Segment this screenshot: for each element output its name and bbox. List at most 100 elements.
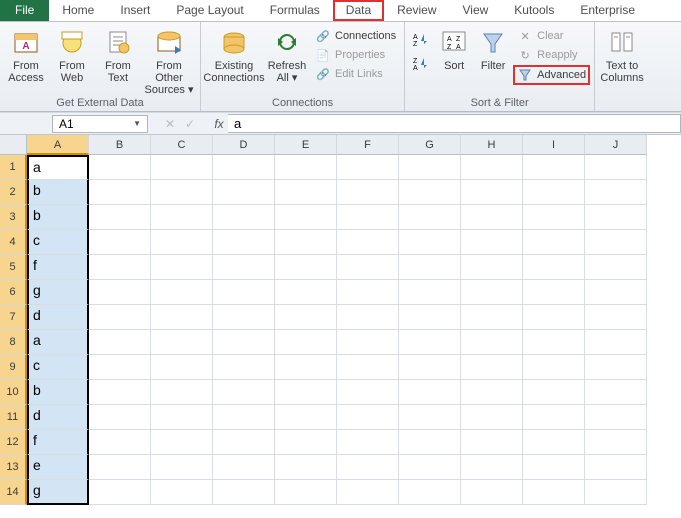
cell-A8[interactable]: a: [27, 330, 89, 355]
tab-enterprise[interactable]: Enterprise: [567, 0, 648, 21]
cell-I8[interactable]: [523, 330, 585, 355]
cell-H11[interactable]: [461, 405, 523, 430]
col-header-H[interactable]: H: [461, 135, 523, 155]
fx-icon[interactable]: fx: [210, 117, 228, 131]
cell-G11[interactable]: [399, 405, 461, 430]
cell-A3[interactable]: b: [27, 205, 89, 230]
cell-G2[interactable]: [399, 180, 461, 205]
cell-E10[interactable]: [275, 380, 337, 405]
cell-J13[interactable]: [585, 455, 647, 480]
cell-F4[interactable]: [337, 230, 399, 255]
cell-B5[interactable]: [89, 255, 151, 280]
cell-C4[interactable]: [151, 230, 213, 255]
cell-H14[interactable]: [461, 480, 523, 505]
cell-A14[interactable]: g: [27, 480, 89, 505]
cell-J8[interactable]: [585, 330, 647, 355]
cell-F13[interactable]: [337, 455, 399, 480]
cell-J1[interactable]: [585, 155, 647, 180]
cell-A4[interactable]: c: [27, 230, 89, 255]
cell-H8[interactable]: [461, 330, 523, 355]
cell-C3[interactable]: [151, 205, 213, 230]
cell-B2[interactable]: [89, 180, 151, 205]
cell-C9[interactable]: [151, 355, 213, 380]
cell-E1[interactable]: [275, 155, 337, 180]
cell-C14[interactable]: [151, 480, 213, 505]
connections-button[interactable]: 🔗Connections: [311, 27, 400, 45]
tab-insert[interactable]: Insert: [107, 0, 163, 21]
cell-I5[interactable]: [523, 255, 585, 280]
cell-E6[interactable]: [275, 280, 337, 305]
cell-E2[interactable]: [275, 180, 337, 205]
cell-J11[interactable]: [585, 405, 647, 430]
existing-connections-button[interactable]: Existing Connections: [205, 24, 263, 84]
cell-G12[interactable]: [399, 430, 461, 455]
row-header-5[interactable]: 5: [0, 255, 27, 280]
from-other-sources-button[interactable]: From Other Sources ▾: [142, 24, 196, 96]
cell-J10[interactable]: [585, 380, 647, 405]
tab-home[interactable]: Home: [49, 0, 107, 21]
cell-B12[interactable]: [89, 430, 151, 455]
cell-C8[interactable]: [151, 330, 213, 355]
row-header-2[interactable]: 2: [0, 180, 27, 205]
cell-A1[interactable]: a: [27, 155, 89, 180]
cell-H12[interactable]: [461, 430, 523, 455]
cell-H5[interactable]: [461, 255, 523, 280]
cell-F5[interactable]: [337, 255, 399, 280]
cell-H3[interactable]: [461, 205, 523, 230]
cell-J6[interactable]: [585, 280, 647, 305]
cell-G6[interactable]: [399, 280, 461, 305]
properties-button[interactable]: 📄Properties: [311, 46, 400, 64]
text-to-columns-button[interactable]: Text to Columns: [599, 24, 645, 84]
cell-E5[interactable]: [275, 255, 337, 280]
cell-D5[interactable]: [213, 255, 275, 280]
tab-review[interactable]: Review: [384, 0, 449, 21]
cell-C5[interactable]: [151, 255, 213, 280]
sort-desc-button[interactable]: ZA: [409, 54, 433, 72]
cell-H2[interactable]: [461, 180, 523, 205]
cancel-formula-icon[interactable]: ✕: [165, 117, 175, 131]
row-header-8[interactable]: 8: [0, 330, 27, 355]
cell-F11[interactable]: [337, 405, 399, 430]
cell-E3[interactable]: [275, 205, 337, 230]
cell-E13[interactable]: [275, 455, 337, 480]
cell-B13[interactable]: [89, 455, 151, 480]
cell-J4[interactable]: [585, 230, 647, 255]
select-all-corner[interactable]: [0, 135, 27, 155]
cell-H9[interactable]: [461, 355, 523, 380]
cell-F14[interactable]: [337, 480, 399, 505]
cell-I2[interactable]: [523, 180, 585, 205]
cell-G7[interactable]: [399, 305, 461, 330]
cell-D9[interactable]: [213, 355, 275, 380]
cell-C10[interactable]: [151, 380, 213, 405]
cell-D11[interactable]: [213, 405, 275, 430]
cell-F10[interactable]: [337, 380, 399, 405]
cell-I4[interactable]: [523, 230, 585, 255]
cell-F12[interactable]: [337, 430, 399, 455]
row-header-4[interactable]: 4: [0, 230, 27, 255]
cell-D14[interactable]: [213, 480, 275, 505]
cell-G3[interactable]: [399, 205, 461, 230]
col-header-E[interactable]: E: [275, 135, 337, 155]
tab-data[interactable]: Data: [333, 0, 384, 21]
cell-H6[interactable]: [461, 280, 523, 305]
from-web-button[interactable]: From Web: [50, 24, 94, 84]
cell-D1[interactable]: [213, 155, 275, 180]
cell-B7[interactable]: [89, 305, 151, 330]
advanced-button[interactable]: Advanced: [513, 65, 590, 85]
cell-G1[interactable]: [399, 155, 461, 180]
tab-page-layout[interactable]: Page Layout: [163, 0, 256, 21]
cell-E8[interactable]: [275, 330, 337, 355]
from-access-button[interactable]: A From Access: [4, 24, 48, 84]
row-header-1[interactable]: 1: [0, 155, 27, 180]
tab-kutools[interactable]: Kutools: [501, 0, 567, 21]
cell-F6[interactable]: [337, 280, 399, 305]
row-header-7[interactable]: 7: [0, 305, 27, 330]
cell-I11[interactable]: [523, 405, 585, 430]
row-header-11[interactable]: 11: [0, 405, 27, 430]
col-header-F[interactable]: F: [337, 135, 399, 155]
cell-G4[interactable]: [399, 230, 461, 255]
cell-E7[interactable]: [275, 305, 337, 330]
row-header-14[interactable]: 14: [0, 480, 27, 505]
cell-H1[interactable]: [461, 155, 523, 180]
row-header-9[interactable]: 9: [0, 355, 27, 380]
